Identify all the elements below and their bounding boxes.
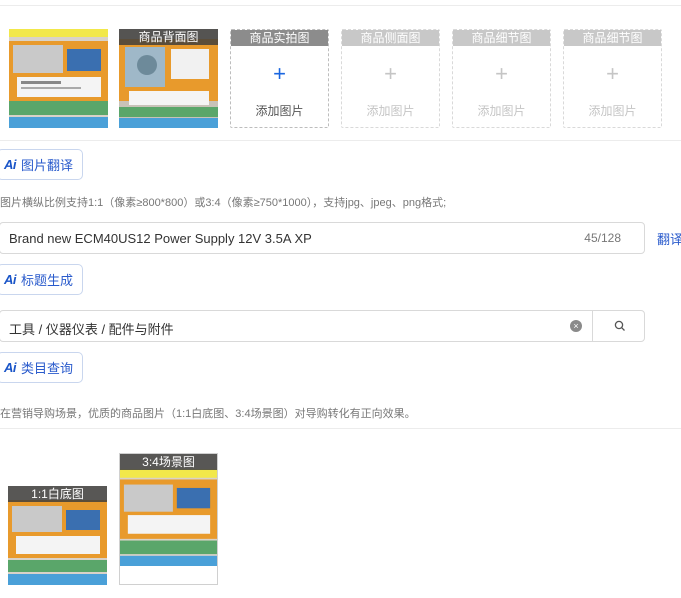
plus-icon: +: [606, 61, 619, 86]
title-input[interactable]: [9, 223, 569, 253]
add-image-slot-detail-2[interactable]: 商品细节图 + 添加图片: [563, 29, 662, 128]
clear-icon[interactable]: ×: [570, 320, 582, 332]
button-label: 标题生成: [21, 273, 74, 288]
image-translate-button[interactable]: Ai 图片翻译: [0, 149, 84, 180]
plus-icon: +: [495, 61, 508, 86]
section-divider: [0, 428, 681, 429]
product-image-back[interactable]: 商品背面图: [119, 29, 218, 128]
translate-link[interactable]: 翻译: [657, 229, 681, 248]
add-image-slot-detail-1[interactable]: 商品细节图 + 添加图片: [452, 29, 551, 128]
title-generate-button[interactable]: Ai 标题生成: [0, 264, 84, 295]
category-value: 工具 / 仪器仪表 / 配件与附件: [9, 322, 174, 337]
product-photo: [9, 29, 108, 128]
section-divider: [0, 140, 681, 141]
slot-label: 1:1白底图: [8, 486, 107, 502]
char-counter: 45/128: [584, 231, 621, 245]
slot-label: 商品背面图: [119, 29, 218, 45]
add-image-slot-side[interactable]: 商品侧面图 + 添加图片: [341, 29, 440, 128]
add-image-text: 添加图片: [366, 104, 415, 118]
ai-icon: Ai: [4, 360, 17, 375]
category-query-button[interactable]: Ai 类目查询: [0, 352, 84, 383]
image-ratio-hint: 图片横纵比例支持1:1（像素≥800*800）或3:4（像素≥750*1000）…: [0, 197, 447, 209]
ai-icon: Ai: [4, 272, 17, 287]
slot-label: 商品细节图: [564, 30, 661, 46]
slot-label: 3:4场景图: [120, 454, 217, 470]
product-photo: [120, 454, 217, 566]
category-search-button[interactable]: [592, 310, 646, 342]
top-divider: [0, 5, 681, 6]
ai-icon: Ai: [4, 157, 17, 172]
title-field[interactable]: 45/128: [0, 222, 645, 254]
scene-image-slot[interactable]: 3:4场景图: [119, 453, 218, 585]
search-icon: [614, 320, 625, 331]
plus-icon: +: [384, 61, 397, 86]
add-image-text: 添加图片: [255, 104, 304, 118]
add-image-text: 添加图片: [477, 104, 526, 118]
slot-label: 商品实拍图: [231, 30, 328, 46]
marketing-hint: 在营销导购场景，优质的商品图片（1:1白底图、3:4场景图）对导购转化有正向效果…: [0, 408, 416, 420]
add-image-text: 添加图片: [588, 104, 637, 118]
slot-label: 商品细节图: [453, 30, 550, 46]
category-field[interactable]: 工具 / 仪器仪表 / 配件与附件 ×: [0, 310, 645, 342]
white-bg-image-slot[interactable]: 1:1白底图: [8, 486, 107, 585]
add-image-slot-real[interactable]: 商品实拍图 + 添加图片: [230, 29, 329, 128]
product-image-main[interactable]: [9, 29, 108, 128]
button-label: 类目查询: [21, 361, 74, 376]
plus-icon: +: [273, 61, 286, 86]
button-label: 图片翻译: [21, 158, 74, 173]
slot-label: 商品侧面图: [342, 30, 439, 46]
